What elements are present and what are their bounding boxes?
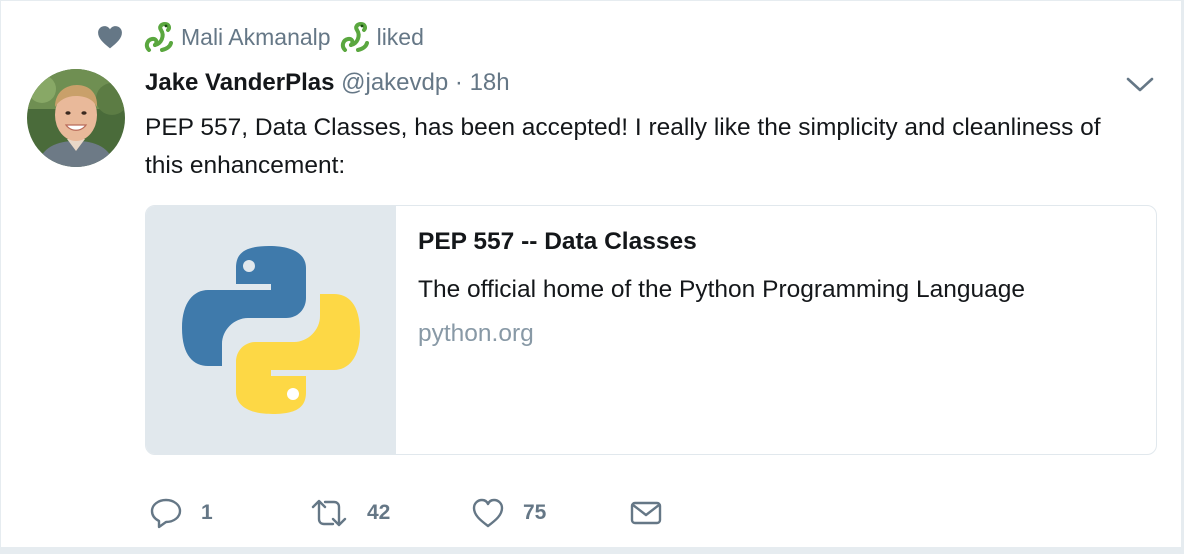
envelope-icon: [630, 501, 662, 525]
tweet-card[interactable]: Mali Akmanalp liked Jake VanderPlas @jak…: [1, 1, 1181, 547]
social-context: Mali Akmanalp liked: [97, 21, 424, 53]
link-card-domain: python.org: [418, 320, 534, 347]
reply-count: 1: [201, 501, 213, 524]
retweet-count: 42: [367, 501, 391, 524]
chevron-down-icon[interactable]: [1125, 73, 1155, 95]
retweet-icon: [311, 499, 347, 527]
tweet-header: Jake VanderPlas @jakevdp · 18h: [145, 67, 510, 99]
heart-icon: [472, 498, 504, 528]
retweet-button[interactable]: 42: [309, 495, 390, 531]
heart-icon: [98, 26, 122, 49]
like-count: 75: [523, 501, 547, 524]
tweet-timestamp[interactable]: 18h: [470, 69, 510, 96]
python-logo-icon: [182, 246, 360, 414]
liker-name[interactable]: Mali Akmanalp: [181, 24, 331, 51]
avatar[interactable]: [27, 69, 125, 167]
separator-dot: ·: [454, 69, 463, 96]
link-card-title: PEP 557 -- Data Classes: [418, 228, 697, 255]
avatar-photo: [27, 69, 125, 167]
reply-icon: [150, 498, 182, 529]
like-button[interactable]: 75: [471, 495, 546, 531]
link-preview-card[interactable]: PEP 557 -- Data Classes The official hom…: [145, 205, 1157, 455]
author-name[interactable]: Jake VanderPlas: [145, 69, 334, 96]
reply-button[interactable]: 1: [149, 495, 213, 531]
context-action-label: liked: [376, 23, 424, 50]
snake-emoji-icon: [340, 22, 369, 52]
direct-message-button[interactable]: [629, 495, 681, 531]
link-card-description: The official home of the Python Programm…: [418, 276, 1025, 303]
link-preview-image: [146, 206, 396, 454]
author-handle[interactable]: @jakevdp: [341, 69, 448, 96]
snake-emoji-icon: [144, 22, 173, 52]
tweet-text: PEP 557, Data Classes, has been accepted…: [145, 114, 1101, 179]
